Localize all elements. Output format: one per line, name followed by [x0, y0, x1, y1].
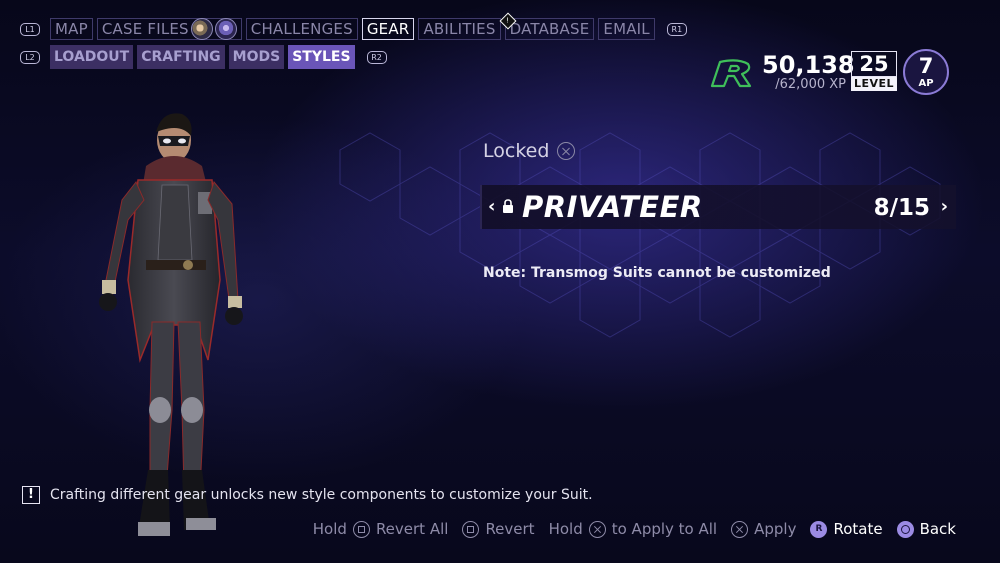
tab-case-files[interactable]: CASE FILES [96, 18, 242, 40]
apply-all-prompt[interactable]: Hold to Apply to All [549, 520, 718, 538]
back-prompt[interactable]: Back [896, 520, 956, 538]
right-stick-icon: R [810, 520, 828, 538]
subtab-loadout[interactable]: LOADOUT [50, 45, 134, 69]
ability-points-label: AP [918, 78, 934, 89]
ability-points-badge: 7 AP [903, 49, 949, 95]
style-count: 8/15 [873, 195, 930, 221]
ability-points-number: 7 [918, 54, 934, 78]
sub-tab-bar: L2 LOADOUT CRAFTING MODS STYLES R2 [20, 45, 393, 69]
xp-value: 50,138 [762, 51, 855, 79]
exclamation-icon: ! [22, 486, 40, 504]
tab-case-files-label: CASE FILES [101, 20, 189, 38]
revert-all-prompt[interactable]: Hold Revert All [313, 520, 449, 538]
square-button-icon [352, 520, 370, 538]
transmog-note: Note: Transmog Suits cannot be customize… [483, 265, 831, 281]
r2-button-hint[interactable]: R2 [366, 50, 387, 64]
level-badge: 25 LEVEL [851, 51, 897, 91]
xp-max: /62,000 XP [775, 77, 846, 92]
revert-all-label: Revert All [375, 520, 449, 538]
level-label: LEVEL [851, 77, 897, 91]
style-selector[interactable]: ‹ PRIVATEER 8/15 › [480, 185, 956, 229]
character-portrait-icon [214, 18, 237, 40]
lock-status: Locked [483, 140, 576, 162]
locked-x-icon [557, 142, 576, 160]
lock-status-text: Locked [483, 140, 550, 162]
revert-prompt[interactable]: Revert [462, 520, 535, 538]
tab-database[interactable]: DATABASE ! [499, 12, 595, 40]
subtab-crafting[interactable]: CRAFTING [137, 45, 225, 69]
tip-banner: ! Crafting different gear unlocks new st… [22, 486, 593, 504]
apply-all-label: to Apply to All [611, 520, 718, 538]
tab-map[interactable]: MAP [50, 18, 93, 40]
previous-style-arrow-icon[interactable]: ‹ [488, 196, 495, 217]
character-model[interactable] [92, 110, 262, 545]
lock-icon [503, 199, 513, 213]
tab-gear[interactable]: GEAR [361, 18, 415, 40]
button-prompts: Hold Revert All Revert Hold to Apply to … [299, 520, 956, 538]
tab-abilities[interactable]: ABILITIES [418, 18, 501, 40]
tip-text: Crafting different gear unlocks new styl… [50, 487, 593, 503]
apply-prompt[interactable]: Apply [731, 520, 796, 538]
square-button-icon [462, 520, 480, 538]
xp-display: 50,138 /62,000 XP [762, 51, 855, 92]
l1-button-hint[interactable]: L1 [20, 22, 40, 36]
tab-database-label: DATABASE [509, 20, 590, 38]
character-portrait-icon [190, 18, 213, 40]
main-tab-bar: L1 MAP CASE FILES CHALLENGES GEAR ABILIT… [20, 12, 693, 40]
cross-button-icon [588, 520, 606, 538]
rotate-label: Rotate [833, 520, 883, 538]
revert-label: Revert [485, 520, 535, 538]
level-number: 25 [851, 51, 897, 77]
hold-label: Hold [312, 520, 347, 538]
apply-label: Apply [754, 520, 797, 538]
l2-button-hint[interactable]: L2 [20, 50, 40, 64]
tab-challenges[interactable]: CHALLENGES [245, 18, 358, 40]
tab-email[interactable]: EMAIL [598, 18, 655, 40]
cross-button-icon [731, 520, 749, 538]
robin-logo-icon [710, 59, 752, 88]
rotate-prompt[interactable]: R Rotate [810, 520, 883, 538]
r1-button-hint[interactable]: R1 [666, 22, 687, 36]
back-label: Back [919, 520, 956, 538]
next-style-arrow-icon[interactable]: › [941, 196, 948, 217]
style-name: PRIVATEER [522, 190, 703, 224]
hold-label: Hold [548, 520, 583, 538]
subtab-mods[interactable]: MODS [228, 45, 285, 69]
circle-button-icon [896, 520, 914, 538]
subtab-styles[interactable]: STYLES [288, 45, 355, 69]
